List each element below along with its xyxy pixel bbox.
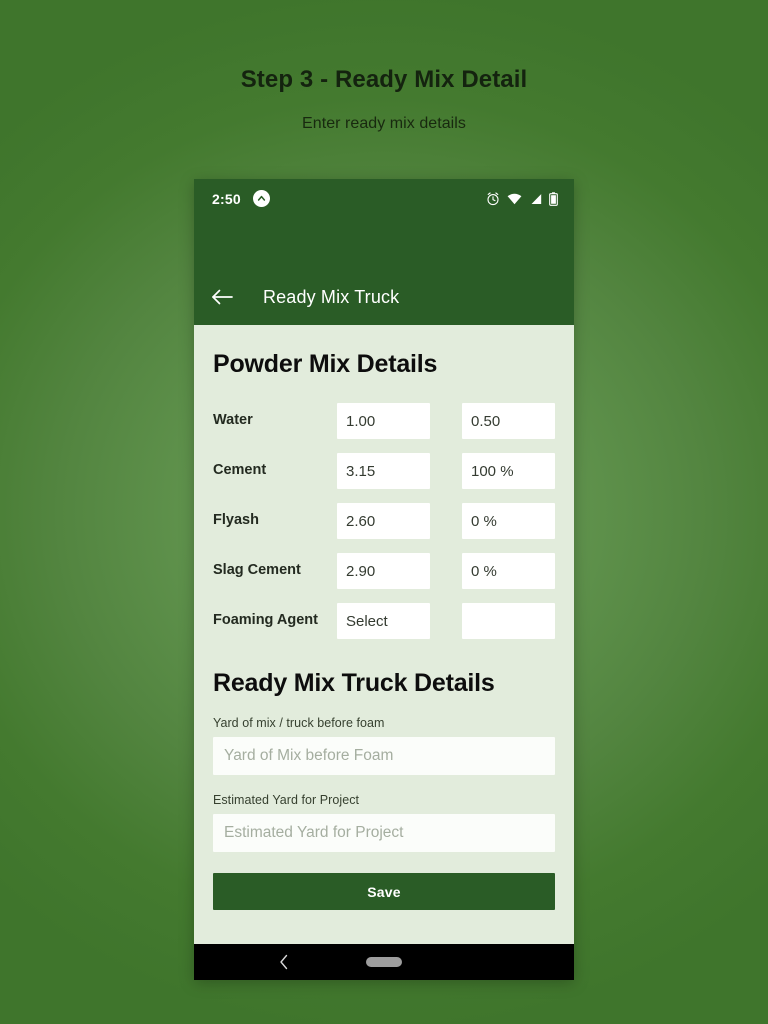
mix-row-label: Slag Cement [213, 562, 301, 579]
flyash-percent-input[interactable] [462, 503, 555, 539]
mix-row-label: Water [213, 412, 253, 429]
water-secondary-input[interactable] [462, 403, 555, 439]
foaming-agent-secondary-input[interactable] [462, 603, 555, 639]
estimated-yard-input[interactable] [213, 814, 555, 852]
truck-section-heading: Ready Mix Truck Details [213, 669, 495, 697]
status-bar: 2:50 [194, 179, 574, 218]
mix-row-slag-cement: Slag Cement [213, 546, 555, 596]
android-nav-bar [194, 944, 574, 980]
page-title: Step 3 - Ready Mix Detail [240, 66, 528, 93]
mix-row-label: Cement [213, 462, 267, 479]
nav-home-pill[interactable] [366, 957, 402, 967]
powder-section-heading: Powder Mix Details [213, 350, 438, 378]
foaming-agent-select[interactable] [337, 603, 430, 639]
mix-row-label: Foaming Agent [213, 612, 318, 629]
app-bar: Ready Mix Truck [194, 218, 574, 325]
back-arrow-icon[interactable] [207, 282, 237, 312]
water-value-input[interactable] [337, 403, 430, 439]
wifi-icon [507, 193, 522, 205]
cement-percent-input[interactable] [462, 453, 555, 489]
yard-before-foam-label: Yard of mix / truck before foam [213, 716, 385, 730]
nav-back-icon[interactable] [273, 951, 295, 973]
mix-row-foaming-agent: Foaming Agent [213, 596, 555, 646]
slag-cement-value-input[interactable] [337, 553, 430, 589]
yard-before-foam-input[interactable] [213, 737, 555, 775]
cement-value-input[interactable] [337, 453, 430, 489]
caret-up-circle-icon [252, 190, 270, 207]
screen-content: Powder Mix Details Water Cement Flyash S… [194, 325, 574, 944]
powder-mix-rows: Water Cement Flyash Slag Cement Foam [213, 396, 555, 646]
status-icons [486, 191, 558, 206]
mix-row-label: Flyash [213, 512, 259, 529]
estimated-yard-label: Estimated Yard for Project [213, 793, 360, 807]
mix-row-flyash: Flyash [213, 496, 555, 546]
alarm-icon [486, 191, 500, 206]
app-bar-title: Ready Mix Truck [263, 286, 400, 307]
mix-row-cement: Cement [213, 446, 555, 496]
status-time: 2:50 [212, 190, 241, 207]
slag-cement-percent-input[interactable] [462, 553, 555, 589]
mix-row-water: Water [213, 396, 555, 446]
page-header: Step 3 - Ready Mix Detail Enter ready mi… [0, 0, 768, 133]
save-button[interactable]: Save [213, 873, 555, 910]
battery-icon [549, 191, 558, 206]
signal-icon [529, 192, 542, 205]
phone-mockup: 2:50 Ready Mix Truck Powder Mix Details … [194, 179, 574, 980]
flyash-value-input[interactable] [337, 503, 430, 539]
page-subtitle: Enter ready mix details [302, 115, 466, 132]
